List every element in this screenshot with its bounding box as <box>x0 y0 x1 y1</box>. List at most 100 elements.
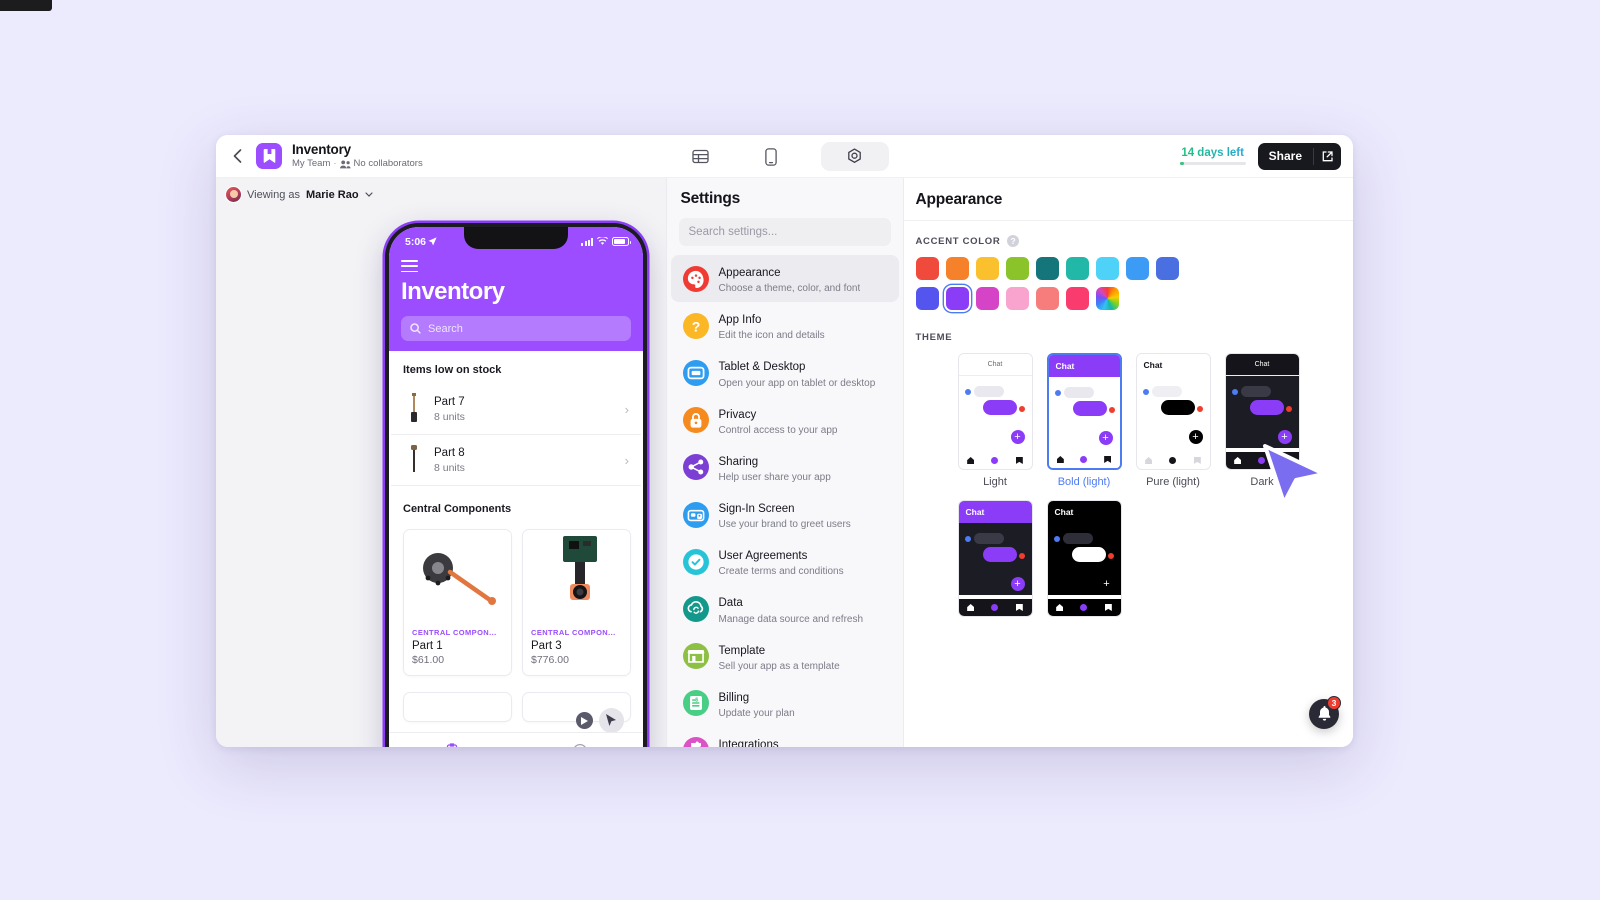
theme-preview-body: + <box>958 523 1032 595</box>
accent-swatch-15[interactable] <box>1095 287 1119 310</box>
theme-tile-pure-light[interactable]: Chat + Pure (light) <box>1135 353 1211 488</box>
list-item-units: 8 units <box>434 462 465 475</box>
accent-swatch-9[interactable] <box>915 287 939 310</box>
product-price: $61.00 <box>412 654 445 667</box>
toolbar-right: 14 days left Share <box>1179 142 1341 170</box>
play-icon[interactable] <box>575 712 593 729</box>
phone-search-input[interactable]: Search <box>401 316 631 342</box>
product-image <box>404 530 511 623</box>
theme-preview-body: + <box>1048 377 1120 449</box>
settings-item-sub: Choose a theme, color, and font <box>718 283 861 295</box>
accent-swatch-0[interactable] <box>915 257 939 280</box>
settings-item-sub: Sell your app as a template <box>718 660 840 672</box>
settings-item-appearance[interactable]: Appearance Choose a theme, color, and fon… <box>670 255 899 303</box>
accent-swatch-7[interactable] <box>1125 257 1149 280</box>
incoming-avatar-dot <box>1231 389 1238 395</box>
settings-item-user-agreements[interactable]: User Agreements Create terms and conditio… <box>671 538 899 585</box>
settings-panel: Settings Search settings... Appearance Ch… <box>666 178 904 747</box>
list-item[interactable]: Part 8 8 units › <box>391 435 641 487</box>
product-card[interactable]: CENTRAL COMPON... Part 3 $776.00 <box>522 529 631 677</box>
settings-item-data[interactable]: Data Manage data source and refresh <box>671 585 899 632</box>
top-bar: Inventory My Team · No collaborators 14 … <box>216 135 1353 178</box>
accent-swatch-2[interactable] <box>975 257 999 280</box>
share-button[interactable]: Share <box>1257 142 1341 170</box>
theme-tile-option-5[interactable]: Chat + <box>1046 500 1122 623</box>
settings-item-text: Data Manage data source and refresh <box>719 592 864 625</box>
theme-tile-option-4[interactable]: Chat + <box>957 500 1033 623</box>
compose-fab: + <box>1010 577 1025 591</box>
accent-color-label-row: ACCENT COLOR ? <box>916 235 1342 247</box>
settings-gear-icon[interactable] <box>820 142 889 171</box>
settings-item-sign-in-screen[interactable]: Sign-In Screen Use your brand to greet us… <box>671 491 899 538</box>
tab-inventory[interactable]: Inventory <box>389 733 516 747</box>
back-button[interactable] <box>224 143 250 169</box>
question-mark-icon[interactable]: ? <box>1007 235 1020 247</box>
incoming-bubble <box>1063 387 1094 398</box>
list-item-name: Part 8 <box>434 446 465 459</box>
share-nodes-icon <box>682 454 709 481</box>
appearance-panel: Appearance ACCENT COLOR ? THEME Chat + Lig… <box>903 178 1353 747</box>
product-category: CENTRAL COMPON... <box>531 628 616 638</box>
viewing-as-selector[interactable]: Viewing as Marie Rao <box>226 187 373 202</box>
product-card[interactable] <box>403 692 512 723</box>
external-link-icon[interactable] <box>1314 150 1341 162</box>
trial-progress-bar <box>1179 162 1246 165</box>
list-item[interactable]: Part 7 8 units › <box>391 384 641 436</box>
trial-status[interactable]: 14 days left <box>1179 147 1246 165</box>
outgoing-bubble <box>982 400 1017 415</box>
home-icon <box>1234 457 1242 464</box>
os-top-strip <box>0 0 52 11</box>
palette-icon <box>682 265 709 292</box>
settings-item-template[interactable]: Template Sell your app as a template <box>671 633 899 680</box>
page-title: Inventory <box>292 142 351 158</box>
product-image <box>523 530 630 623</box>
device-preview-icon[interactable] <box>751 143 791 170</box>
hamburger-menu-icon[interactable] <box>401 260 418 273</box>
settings-item-tablet-desktop[interactable]: Tablet & Desktop Open your app on tablet … <box>671 349 899 396</box>
theme-preview-header: Chat <box>1225 354 1299 376</box>
magnifier-icon <box>410 323 421 335</box>
settings-item-title: Template <box>718 644 766 657</box>
settings-item-billing[interactable]: $ Billing Update your plan <box>671 680 899 727</box>
data-table-icon[interactable] <box>681 143 721 170</box>
notifications-button[interactable]: 3 <box>1309 696 1341 729</box>
search-settings-input[interactable]: Search settings... <box>678 218 891 246</box>
pointer-icon[interactable] <box>598 708 624 733</box>
accent-swatch-6[interactable] <box>1095 257 1119 280</box>
theme-tile-light[interactable]: Chat + Light <box>957 353 1033 488</box>
theme-preview-chat-label: Chat <box>1054 507 1074 517</box>
phone-mockup: 5:06 Inventory Search Items low on stock… <box>385 223 647 747</box>
battery-icon <box>612 237 631 246</box>
settings-item-title: Sharing <box>718 455 759 468</box>
settings-item-integrations[interactable]: IntegrationsConnect to Zapier, Google An… <box>671 727 899 747</box>
accent-swatch-8[interactable] <box>1155 257 1179 280</box>
tab-orders[interactable]: Orders <box>516 733 643 747</box>
accent-swatch-3[interactable] <box>1005 257 1029 280</box>
theme-tile-dark[interactable]: Chat + Dark <box>1224 353 1300 488</box>
product-name: Part 1 <box>412 640 443 653</box>
app-icon[interactable] <box>256 143 282 169</box>
accent-swatch-1[interactable] <box>945 257 969 280</box>
accent-swatch-12[interactable] <box>1005 287 1029 310</box>
settings-item-sharing[interactable]: Sharing Help user share your app <box>671 444 899 491</box>
chat-icon <box>1258 457 1266 464</box>
question-mark-icon: ? <box>682 312 709 339</box>
outgoing-bubble <box>1071 547 1106 562</box>
settings-item-title: Integrations <box>718 738 779 747</box>
theme-name: Light <box>983 476 1007 488</box>
accent-swatch-5[interactable] <box>1065 257 1089 280</box>
accent-swatch-10[interactable] <box>945 287 969 310</box>
accent-swatch-4[interactable] <box>1035 257 1059 280</box>
outgoing-bubble <box>1249 400 1284 415</box>
settings-item-privacy[interactable]: Privacy Control access to your app <box>671 397 899 444</box>
viewing-as-prefix: Viewing as <box>247 188 300 201</box>
incoming-bubble <box>973 386 1004 397</box>
accent-swatch-13[interactable] <box>1035 287 1059 310</box>
clipboard-edit-icon <box>446 743 457 747</box>
viewing-as-user: Marie Rao <box>306 188 359 201</box>
product-card[interactable]: CENTRAL COMPON... Part 1 $61.00 <box>403 529 512 677</box>
accent-swatch-11[interactable] <box>975 287 999 310</box>
accent-swatch-14[interactable] <box>1065 287 1089 310</box>
theme-tile-bold-light[interactable]: Chat + Bold (light) <box>1046 353 1122 488</box>
settings-item-app-info[interactable]: ? App Info Edit the icon and details <box>671 302 899 349</box>
